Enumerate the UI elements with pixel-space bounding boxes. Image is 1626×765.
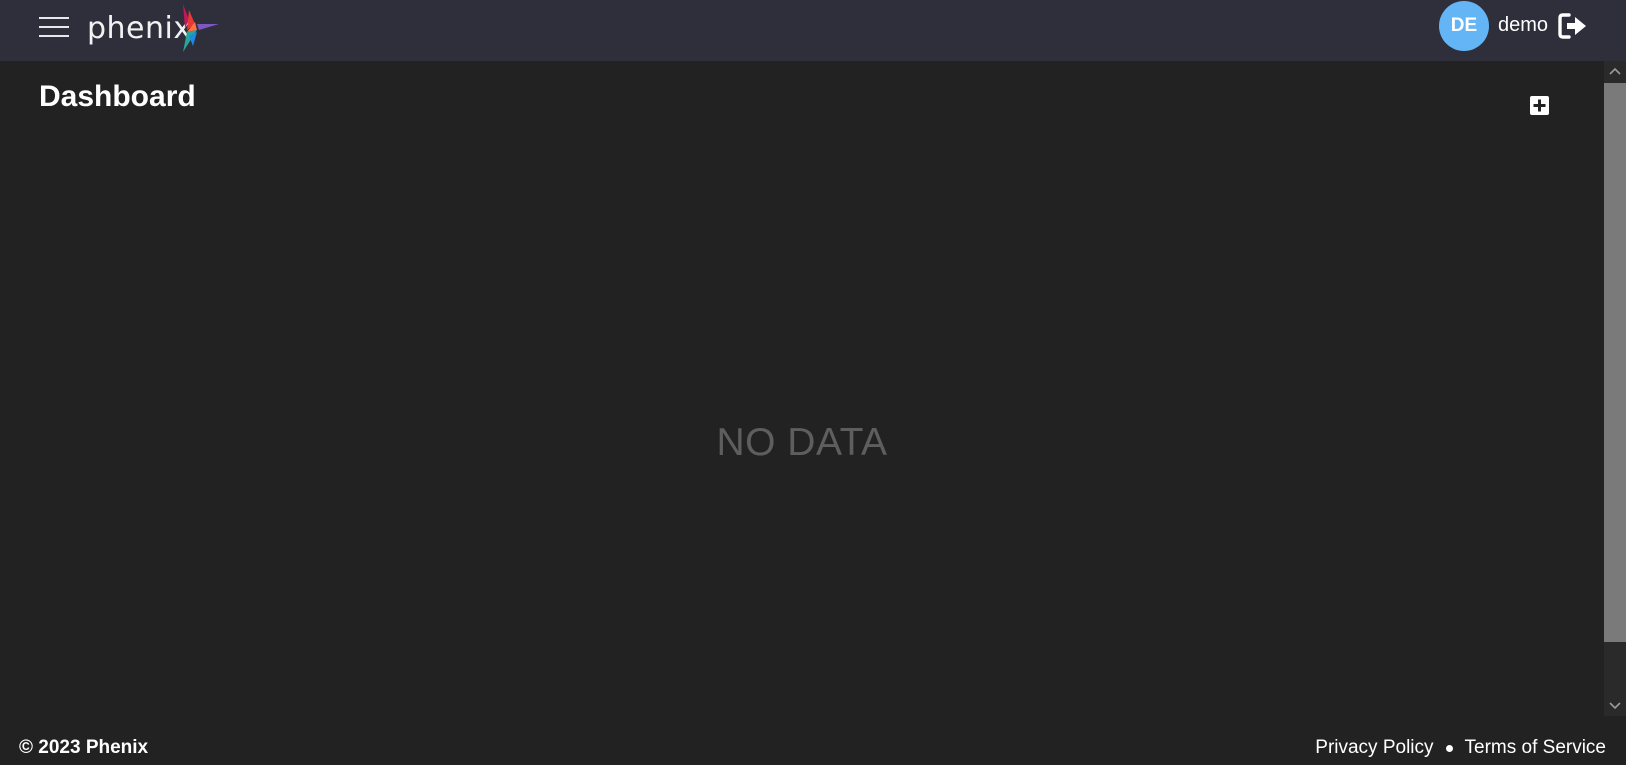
user-avatar[interactable]: DE — [1439, 1, 1489, 51]
copyright-text: © 2023 Phenix — [19, 737, 149, 758]
privacy-policy-link[interactable]: Privacy Policy — [1315, 737, 1433, 759]
page-footer: © 2023 Phenix Privacy Policy Terms of Se… — [0, 716, 1626, 765]
terms-of-service-link[interactable]: Terms of Service — [1465, 737, 1606, 759]
hamburger-menu-icon[interactable] — [37, 14, 71, 40]
separator-dot — [1445, 744, 1453, 752]
dashboard-content: Dashboard NO DATA — [0, 61, 1604, 716]
user-initials: DE — [1450, 15, 1478, 36]
top-navigation-bar: phenix DE demo — [0, 0, 1626, 61]
app-logo[interactable]: phenix — [87, 2, 219, 54]
vertical-scrollbar[interactable] — [1604, 61, 1626, 716]
page-title: Dashboard — [39, 80, 196, 113]
scroll-down-arrow-icon[interactable] — [1604, 696, 1626, 716]
footer-links: Privacy Policy Terms of Service — [1315, 737, 1606, 759]
empty-state-message: NO DATA — [716, 421, 888, 464]
scrollbar-thumb[interactable] — [1604, 83, 1626, 642]
username-label[interactable]: demo — [1498, 14, 1548, 37]
logout-icon[interactable] — [1558, 13, 1588, 39]
plus-square-icon[interactable] — [1530, 96, 1549, 115]
scroll-up-arrow-icon[interactable] — [1604, 61, 1626, 81]
bird-logo-icon — [183, 4, 219, 52]
